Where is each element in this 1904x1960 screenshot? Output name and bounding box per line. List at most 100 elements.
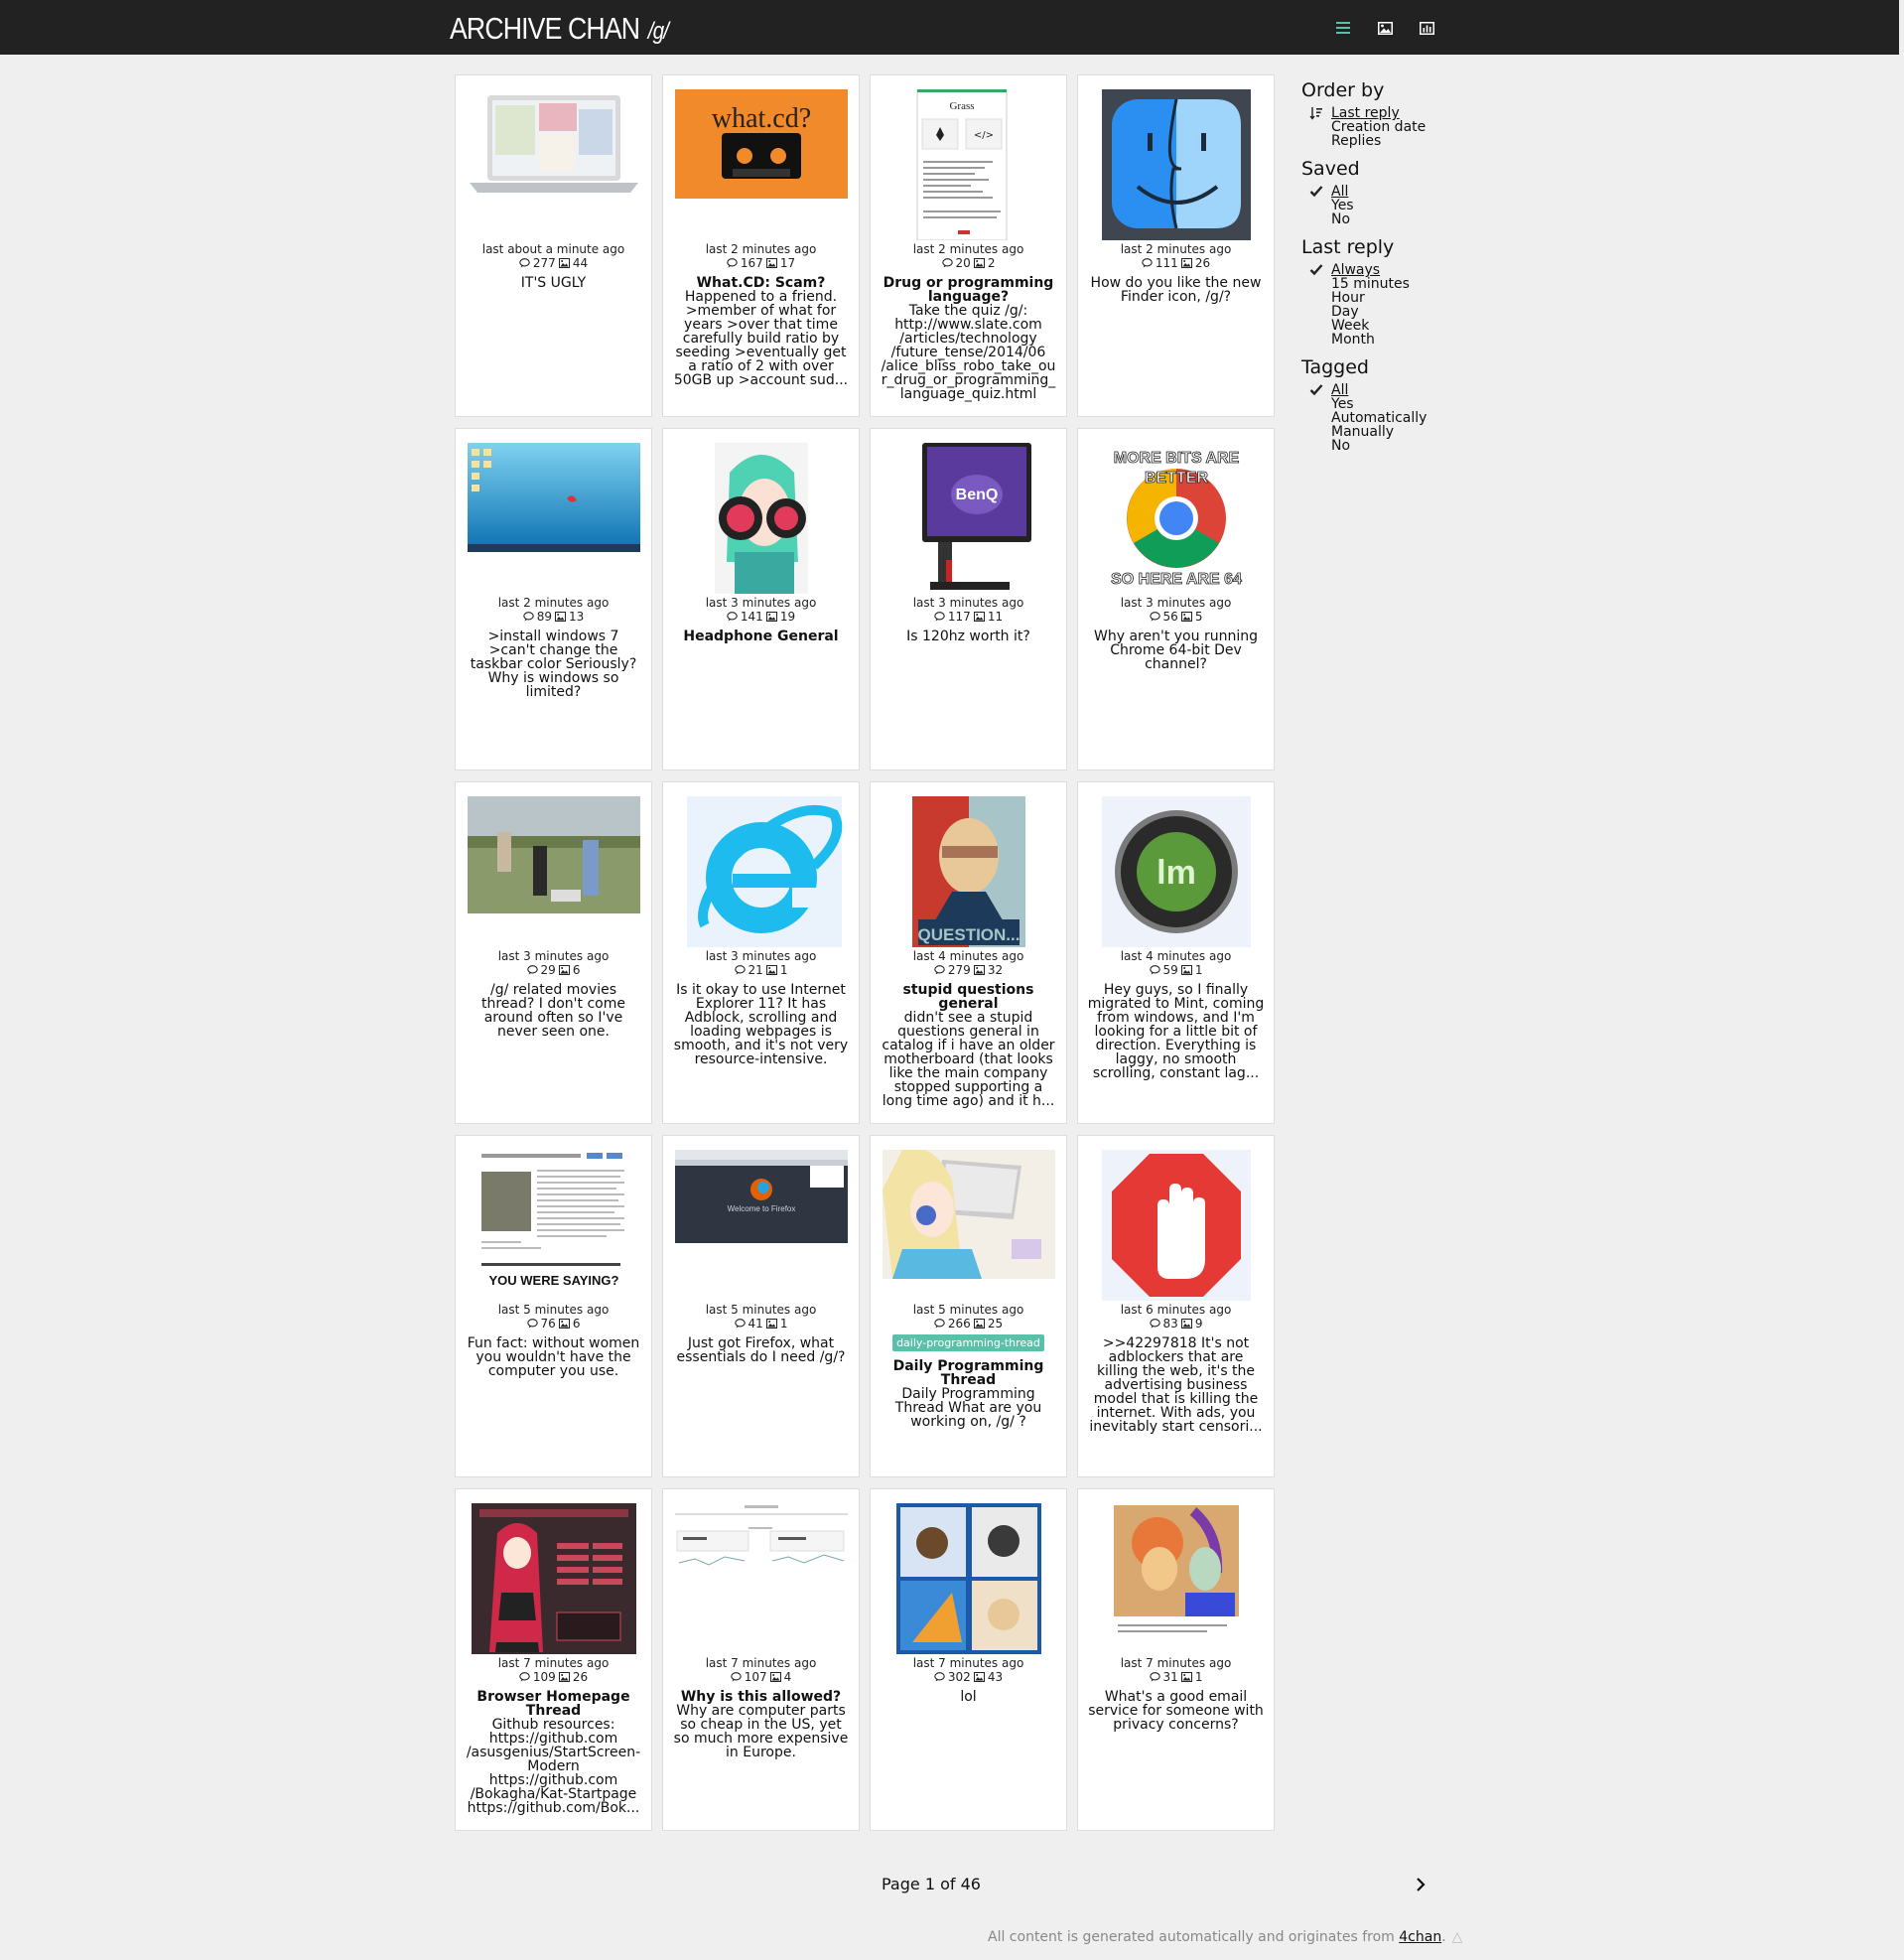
filter-option[interactable]: Last reply — [1309, 106, 1500, 120]
image-icon — [973, 258, 985, 268]
image-count: 19 — [779, 610, 796, 624]
thread-card[interactable]: Grass </> last 2 minutes ago 20 2 Drug or pro… — [870, 74, 1067, 417]
thread-thumbnail[interactable]: what.cd? — [675, 89, 848, 240]
check-icon — [1309, 185, 1323, 201]
thread-thumbnail[interactable]: YOU WERE SAYING? — [468, 1150, 640, 1301]
thread-meta: last 2 minutes ago 167 17 What.CD: Scam? Hap… — [663, 242, 859, 387]
thread-card[interactable]: last 7 minutes ago 107 4 Why is this allowe… — [662, 1488, 860, 1831]
thread-card[interactable]: last about a minute ago 277 44 IT'S UGLY — [455, 74, 652, 417]
site-logo[interactable]: ARCHIVE CHAN/g/ — [450, 0, 669, 55]
thread-card[interactable]: last 7 minutes ago 302 43 lol — [870, 1488, 1067, 1831]
thread-thumbnail[interactable] — [468, 89, 640, 240]
thread-thumbnail[interactable]: MORE BITS ARE BETTER SO HERE ARE 64 — [1090, 443, 1263, 594]
filter-option[interactable]: Manually — [1331, 425, 1500, 439]
thread-card[interactable]: last 3 minutes ago 29 6/g/ related movies … — [455, 781, 652, 1124]
image-icon — [1180, 1672, 1192, 1682]
thread-card[interactable]: BenQ last 3 minutes ago 117 11 Is 120hz wort… — [870, 428, 1067, 770]
source-link[interactable]: 4chan — [1399, 1929, 1441, 1945]
image-count: 13 — [569, 610, 585, 624]
filter-option[interactable]: No — [1331, 439, 1500, 453]
thread-card[interactable]: last 2 minutes ago 111 26 How do you like t… — [1077, 74, 1275, 417]
thread-thumbnail[interactable] — [883, 1150, 1055, 1301]
filter-option[interactable]: Week — [1331, 319, 1500, 333]
last-reply-time: last 2 minutes ago — [705, 242, 817, 256]
filter-option[interactable]: Yes — [1331, 397, 1500, 411]
last-reply-time: last 7 minutes ago — [1120, 1656, 1232, 1670]
thread-thumbnail[interactable] — [468, 443, 640, 594]
thread-meta: last 3 minutes ago 29 6/g/ related movies … — [456, 949, 651, 1039]
thread-meta: last 7 minutes ago 302 43 lol — [871, 1656, 1066, 1704]
last-reply-time: last 4 minutes ago — [1120, 949, 1232, 963]
svg-text:SO HERE ARE 64: SO HERE ARE 64 — [1111, 571, 1242, 588]
thread-text: >install windows 7 >can't change the tas… — [470, 629, 637, 700]
filter-option[interactable]: 15 minutes — [1331, 277, 1500, 291]
thread-subject: stupid questions general — [902, 982, 1034, 1012]
thread-thumbnail[interactable]: QUESTION... — [883, 796, 1055, 947]
thread-card[interactable]: last 2 minutes ago 89 13 >install windows 7… — [455, 428, 652, 770]
image-icon — [769, 1672, 781, 1682]
thread-card[interactable]: last 7 minutes ago 109 26 Browser Homepage … — [455, 1488, 652, 1831]
thread-thumbnail[interactable] — [1090, 1503, 1263, 1654]
thread-counts: 266 25 — [871, 1317, 1066, 1330]
thread-thumbnail[interactable] — [468, 796, 640, 947]
last-reply-time: last 7 minutes ago — [497, 1656, 610, 1670]
thread-teaser: Fun fact: without women you wouldn't hav… — [464, 1336, 643, 1378]
last-reply-time: last 3 minutes ago — [912, 596, 1024, 610]
filter-option[interactable]: Month — [1331, 333, 1500, 347]
thread-tag[interactable]: daily-programming-thread — [892, 1334, 1044, 1351]
filter-option[interactable]: Yes — [1331, 199, 1500, 212]
last-reply-options: Always 15 minutes Hour Day Week Month — [1309, 263, 1500, 347]
thread-thumbnail[interactable]: Welcome to Firefox — [675, 1150, 848, 1301]
filter-option[interactable]: All — [1309, 383, 1500, 397]
filter-option[interactable]: Replies — [1331, 134, 1500, 148]
svg-text:BETTER: BETTER — [1145, 470, 1208, 487]
thread-thumbnail[interactable] — [675, 1503, 848, 1654]
stats-icon[interactable] — [1412, 15, 1441, 41]
comment-icon — [734, 1319, 746, 1329]
filter-option[interactable]: No — [1331, 212, 1500, 226]
thread-thumbnail[interactable]: lm — [1090, 796, 1263, 947]
thread-card[interactable]: last 7 minutes ago 31 1 What's a good email… — [1077, 1488, 1275, 1831]
reply-count: 117 — [947, 610, 971, 624]
thread-thumbnail[interactable]: BenQ — [883, 443, 1055, 594]
last-reply-time: last 5 minutes ago — [705, 1303, 817, 1317]
list-view-icon[interactable] — [1328, 15, 1358, 41]
thread-thumbnail[interactable] — [468, 1503, 640, 1654]
thread-card[interactable]: Welcome to Firefox last 5 minutes ago 41 1 J… — [662, 1135, 860, 1477]
image-view-icon[interactable] — [1370, 15, 1400, 41]
image-icon — [973, 1672, 985, 1682]
page-indicator: Page 1 of 46 — [882, 1875, 981, 1893]
thread-thumbnail[interactable] — [883, 1503, 1055, 1654]
filter-option[interactable]: Creation date — [1331, 120, 1500, 134]
thread-thumbnail[interactable] — [675, 443, 848, 594]
filter-option[interactable]: Automatically — [1331, 411, 1500, 425]
thread-meta: last 4 minutes ago 59 1 Hey guys, so I fina… — [1078, 949, 1274, 1080]
thread-meta: last 7 minutes ago 107 4 Why is this allowe… — [663, 1656, 859, 1759]
thread-card[interactable]: YOU WERE SAYING? last 5 minutes ago 76 6 Fun… — [455, 1135, 652, 1477]
thread-thumbnail[interactable]: Grass </> — [883, 89, 1055, 240]
thread-text: Just got Firefox, what essentials do I n… — [676, 1335, 846, 1365]
thread-card[interactable]: what.cd? last 2 minutes ago 167 17 What.CD: … — [662, 74, 860, 417]
thread-teaser: Hey guys, so I finally migrated to Mint,… — [1086, 983, 1266, 1080]
comment-icon — [522, 612, 534, 622]
thread-thumbnail[interactable] — [1090, 1150, 1263, 1301]
filter-option[interactable]: Hour — [1331, 291, 1500, 305]
thread-card[interactable]: MORE BITS ARE BETTER SO HERE ARE 64 last 3 … — [1077, 428, 1275, 770]
thread-thumbnail[interactable] — [1090, 89, 1263, 240]
filter-option[interactable]: Day — [1331, 305, 1500, 319]
next-page-button[interactable] — [1411, 1873, 1430, 1896]
filter-option[interactable]: All — [1309, 185, 1500, 199]
thread-card[interactable]: last 6 minutes ago 83 9 >>42297818 It's not… — [1077, 1135, 1275, 1477]
last-reply-section: Last reply Always 15 minutes Hour Day Week Mo… — [1301, 236, 1500, 347]
thread-card[interactable]: last 5 minutes ago 266 25 daily-programming… — [870, 1135, 1067, 1477]
thread-card[interactable]: last 3 minutes ago 21 1 Is it okay to use I… — [662, 781, 860, 1124]
thread-meta: last 3 minutes ago 56 5 Why aren't you runn… — [1078, 596, 1274, 671]
thread-card[interactable]: QUESTION... last 4 minutes ago 279 32 stupid… — [870, 781, 1067, 1124]
image-icon — [1180, 1319, 1192, 1329]
thread-card[interactable]: last 3 minutes ago 141 19 Headphone General — [662, 428, 860, 770]
image-count: 17 — [779, 256, 796, 270]
filter-option[interactable]: Always — [1309, 263, 1500, 277]
thread-counts: 56 5 — [1078, 610, 1274, 624]
thread-card[interactable]: lm last 4 minutes ago 59 1 Hey guys, so I fi… — [1077, 781, 1275, 1124]
thread-thumbnail[interactable] — [675, 796, 848, 947]
